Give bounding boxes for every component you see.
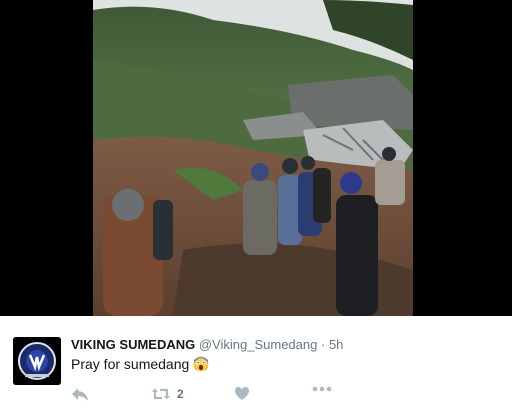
tweet-timestamp[interactable]: 5h bbox=[329, 337, 343, 352]
face-screaming-in-fear-icon bbox=[193, 356, 209, 372]
tweet-card: VIKING SUMEDANG @Viking_Sumedang · 5h Pr… bbox=[0, 316, 512, 420]
reply-button[interactable] bbox=[71, 386, 89, 402]
retweet-button[interactable]: 2 bbox=[151, 386, 184, 402]
separator: · bbox=[320, 337, 326, 352]
tweet-text: Pray for sumedang bbox=[71, 356, 190, 372]
avatar[interactable] bbox=[13, 337, 61, 385]
landslide-photo[interactable] bbox=[93, 0, 413, 316]
more-icon bbox=[312, 386, 332, 392]
tweet-media[interactable] bbox=[0, 0, 512, 316]
tweet-text-row: Pray for sumedang bbox=[71, 356, 209, 372]
display-name[interactable]: VIKING SUMEDANG bbox=[71, 337, 195, 352]
reply-icon bbox=[72, 388, 88, 401]
heart-icon bbox=[235, 387, 249, 400]
tweet-header: VIKING SUMEDANG @Viking_Sumedang · 5h bbox=[71, 337, 343, 352]
more-button[interactable] bbox=[312, 386, 332, 392]
retweet-icon bbox=[152, 388, 170, 400]
like-button[interactable] bbox=[234, 386, 250, 401]
retweet-count: 2 bbox=[177, 387, 184, 401]
viking-sumedang-logo-icon bbox=[13, 337, 61, 385]
user-handle[interactable]: @Viking_Sumedang bbox=[199, 337, 317, 352]
photo-illustration bbox=[93, 0, 413, 316]
